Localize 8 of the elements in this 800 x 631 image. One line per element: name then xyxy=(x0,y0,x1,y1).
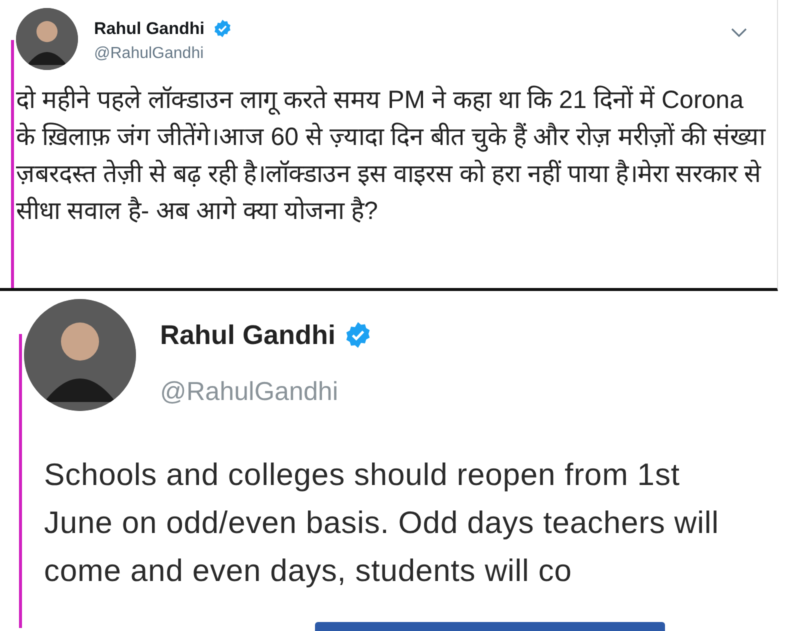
tweet-text: Schools and colleges should reopen from 1st June on odd/even basis. Odd days teachers will come and even days, students will co xyxy=(43,456,720,590)
user-name: Rahul Gandhi xyxy=(94,18,204,40)
chevron-down-icon[interactable] xyxy=(731,28,747,38)
user-handle: @RahulGandhi xyxy=(160,376,338,406)
user-name: Rahul Gandhi xyxy=(160,319,336,352)
avatar xyxy=(16,8,78,70)
tweet-text: दो महीने पहले लॉक्डाउन लागू करते समय PM ने कहा था कि 21 दिनों में Corona के ख़िलाफ़ जंग जीतेंगे।आज 60 से ज़्यादा दिन बीत चुके हैं और रोज़ मरीज़ों की संख्या ज़बरदस्त तेज़ी से बढ़ रही है।लॉक्डाउन इस वाइरस को हरा नहीं पाया है।मेरा सरकार से सीधा सवाल है- अब आगे क्या योजना है? xyxy=(15,84,767,227)
user-handle: @RahulGandhi xyxy=(94,44,204,62)
